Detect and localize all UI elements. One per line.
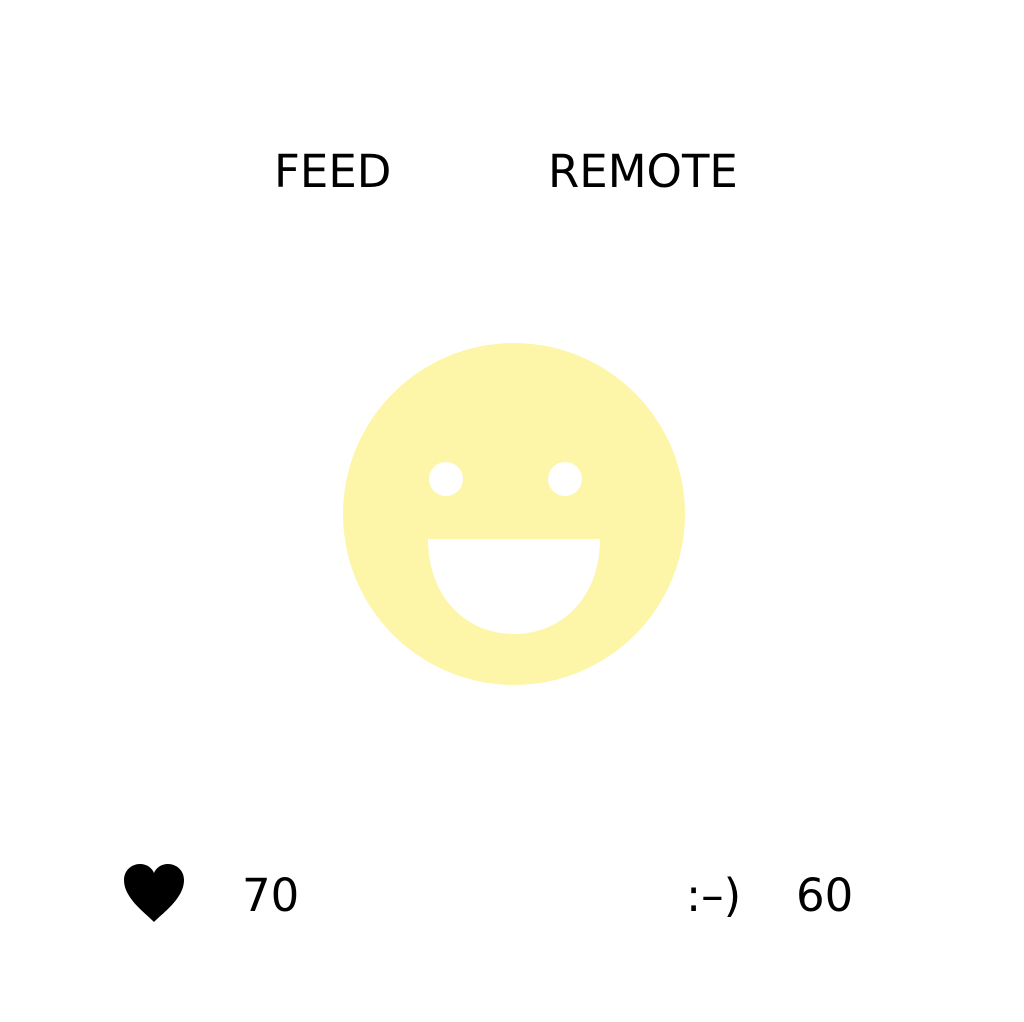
- pet-right-eye: [548, 462, 582, 496]
- pet-face[interactable]: [342, 342, 686, 686]
- mood-value: 60: [796, 869, 854, 922]
- pet-left-eye: [429, 462, 463, 496]
- mood-label: :–): [686, 869, 742, 922]
- feed-button[interactable]: FEED: [274, 146, 391, 198]
- health-value: 70: [242, 869, 300, 922]
- remote-button[interactable]: REMOTE: [548, 146, 738, 198]
- heart-icon: [122, 862, 186, 926]
